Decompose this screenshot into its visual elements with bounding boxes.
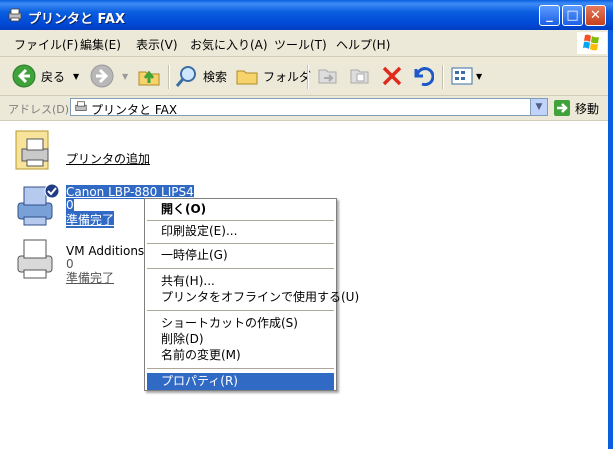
forward-arrow-icon bbox=[90, 64, 114, 88]
menu-tools[interactable]: ツール(T) bbox=[274, 36, 327, 53]
forward-dropdown-icon[interactable]: ▼ bbox=[122, 72, 128, 81]
go-arrow-icon bbox=[554, 100, 570, 116]
address-input[interactable]: プリンタと FAX ▼ bbox=[70, 98, 548, 117]
up-folder-icon bbox=[138, 70, 160, 86]
printer-status-vm: 準備完了 bbox=[66, 271, 115, 285]
address-label: アドレス(D) bbox=[8, 103, 70, 116]
search-icon bbox=[175, 66, 196, 87]
close-button[interactable]: ✕ bbox=[585, 5, 606, 26]
printer-icon bbox=[17, 183, 60, 226]
menu-item-properties[interactable]: プロパティ(R) bbox=[147, 373, 334, 390]
printer-name-vm: VM Additions P bbox=[66, 244, 156, 258]
menu-item-printing-preferences[interactable]: 印刷設定(E)... bbox=[147, 223, 334, 240]
menu-bar: ファイル(F) 編集(E) 表示(V) お気に入り(A) ツール(T) ヘルプ(… bbox=[0, 30, 613, 57]
printer-fax-icon bbox=[8, 8, 22, 22]
printer-jobs-canon: 0 bbox=[66, 198, 74, 212]
menu-favorites[interactable]: お気に入り(A) bbox=[190, 36, 268, 53]
views-dropdown-icon: ▼ bbox=[476, 71, 483, 81]
menu-item-delete[interactable]: 削除(D) bbox=[147, 331, 334, 348]
menu-item-open[interactable]: 開く(O) bbox=[147, 201, 334, 218]
folders-button[interactable]: フォルダ bbox=[235, 64, 311, 88]
views-icon bbox=[451, 67, 473, 85]
menu-separator bbox=[147, 310, 334, 311]
title-bar[interactable]: プリンタと FAX _ □ ✕ bbox=[0, 0, 613, 30]
menu-file[interactable]: ファイル(F) bbox=[14, 36, 78, 53]
menu-item-use-offline[interactable]: プリンタをオフラインで使用する(U) bbox=[147, 289, 359, 306]
views-button[interactable]: ▼ bbox=[450, 64, 482, 88]
toolbar-separator bbox=[442, 65, 444, 89]
forward-button[interactable]: ▼ bbox=[90, 64, 128, 88]
context-menu: 開く(O) 印刷設定(E)... 一時停止(G) 共有(H)... プリンタをオ… bbox=[144, 198, 359, 391]
printer-status-canon: 準備完了 bbox=[66, 211, 115, 228]
search-button[interactable]: 検索 bbox=[175, 64, 227, 88]
printer-fax-icon bbox=[75, 101, 87, 111]
address-value: プリンタと FAX bbox=[91, 103, 178, 117]
toolbar: 戻る ▼ ▼ 検索 フォルダ ▼ bbox=[0, 57, 613, 96]
delete-icon[interactable] bbox=[380, 64, 404, 88]
menu-item-pause[interactable]: 一時停止(G) bbox=[147, 247, 334, 264]
menu-item-create-shortcut[interactable]: ショートカットの作成(S) bbox=[147, 315, 334, 332]
back-button[interactable]: 戻る ▼ bbox=[12, 64, 79, 88]
menu-item-rename[interactable]: 名前の変更(M) bbox=[147, 347, 334, 364]
menu-edit[interactable]: 編集(E) bbox=[80, 36, 121, 53]
window-right-border bbox=[608, 30, 613, 449]
toolbar-separator bbox=[307, 65, 309, 89]
menu-separator bbox=[147, 368, 334, 369]
minimize-button[interactable]: _ bbox=[539, 5, 560, 26]
printer-icon bbox=[17, 239, 53, 279]
back-label: 戻る bbox=[41, 69, 66, 84]
menu-separator bbox=[147, 268, 334, 269]
window-title: プリンタと FAX bbox=[28, 12, 125, 27]
folders-label: フォルダ bbox=[263, 69, 312, 84]
up-folder-button[interactable] bbox=[137, 64, 161, 88]
address-dropdown-icon[interactable]: ▼ bbox=[530, 99, 547, 115]
menu-separator bbox=[147, 243, 334, 244]
go-label: 移動 bbox=[575, 101, 600, 116]
copy-to-icon[interactable] bbox=[348, 64, 372, 88]
search-label: 検索 bbox=[203, 69, 228, 84]
menu-item-sharing[interactable]: 共有(H)... bbox=[147, 273, 334, 290]
add-printer-icon bbox=[15, 130, 49, 170]
folder-icon bbox=[236, 70, 258, 85]
back-arrow-icon bbox=[12, 64, 36, 88]
menu-separator bbox=[147, 220, 334, 221]
address-bar: アドレス(D) プリンタと FAX ▼ 移動 bbox=[0, 96, 613, 121]
add-printer-label: プリンタの追加 bbox=[66, 152, 151, 166]
move-to-icon[interactable] bbox=[316, 64, 340, 88]
add-printer-item[interactable]: プリンタの追加 bbox=[14, 127, 154, 177]
windows-logo-icon bbox=[577, 32, 607, 54]
back-dropdown-icon[interactable]: ▼ bbox=[73, 72, 79, 81]
menu-view[interactable]: 表示(V) bbox=[136, 36, 178, 53]
undo-icon[interactable] bbox=[410, 64, 434, 88]
toolbar-separator bbox=[168, 65, 170, 89]
printer-name-canon: Canon LBP-880 LIPS4 bbox=[66, 185, 194, 199]
menu-help[interactable]: ヘルプ(H) bbox=[336, 36, 390, 53]
go-button[interactable]: 移動 bbox=[553, 99, 599, 117]
maximize-button[interactable]: □ bbox=[562, 5, 583, 26]
